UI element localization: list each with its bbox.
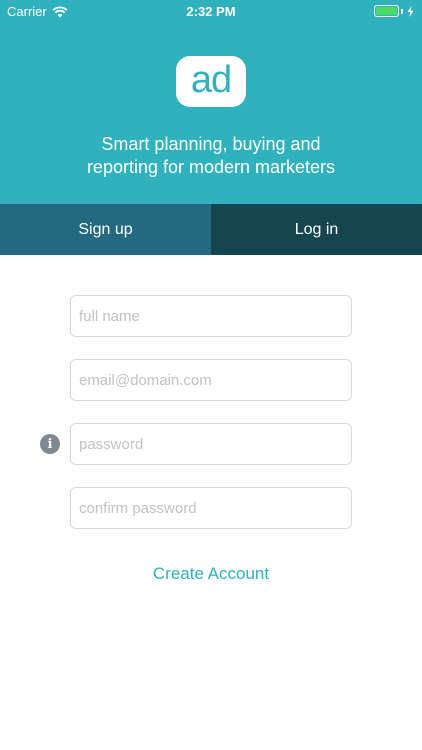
create-account-button[interactable]: Create Account: [0, 562, 422, 586]
password-info-icon[interactable]: i: [40, 434, 60, 454]
battery-tip: [401, 8, 403, 14]
tagline: Smart planning, buying and reporting for…: [0, 133, 422, 179]
auth-tabs: Sign up Log in: [0, 204, 422, 255]
app-logo: ad: [176, 56, 246, 107]
battery-level: [376, 7, 397, 15]
password-input[interactable]: [70, 423, 352, 465]
signup-screen: Carrier 2:32 PM ad Smart planning, buyin…: [0, 0, 422, 750]
charging-bolt-icon: [407, 5, 414, 17]
full-name-input[interactable]: [70, 295, 352, 337]
battery-group: [374, 5, 414, 17]
tagline-line-1: Smart planning, buying and: [101, 134, 321, 154]
tab-log-in[interactable]: Log in: [211, 204, 422, 255]
confirm-password-input[interactable]: [70, 487, 352, 529]
status-bar: Carrier 2:32 PM: [0, 0, 422, 24]
clock: 2:32 PM: [186, 4, 236, 19]
battery-icon: [374, 5, 399, 17]
header: Carrier 2:32 PM ad Smart planning, buyin…: [0, 0, 422, 204]
tagline-line-2: reporting for modern marketers: [86, 157, 336, 177]
tab-sign-up[interactable]: Sign up: [0, 204, 211, 255]
logo-text: ad: [190, 58, 232, 101]
email-input[interactable]: [70, 359, 352, 401]
